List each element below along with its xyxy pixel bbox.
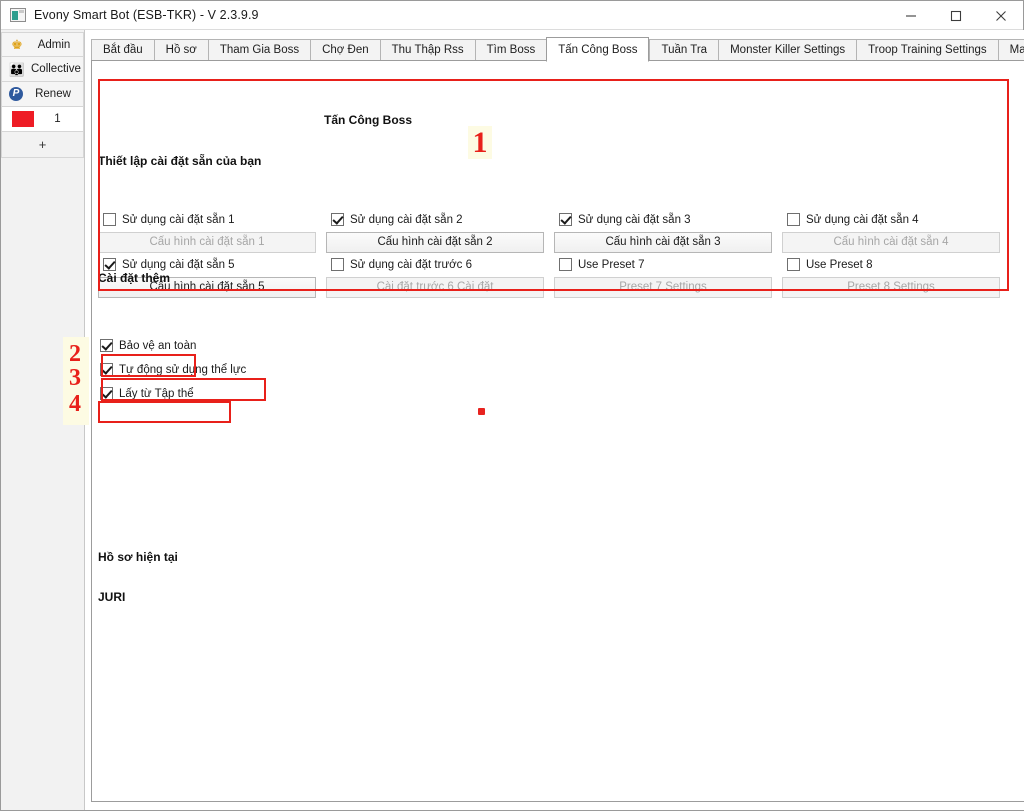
preset-1-checkbox-row[interactable]: Sử dụng cài đặt sẵn 1 — [98, 211, 324, 228]
sidebar-item-label: Renew — [35, 88, 71, 100]
preset-2-checkbox[interactable] — [331, 213, 344, 226]
tab-tuan-tra[interactable]: Tuần Tra — [649, 39, 719, 61]
preset-1-label: Sử dụng cài đặt sẵn 1 — [122, 213, 235, 226]
red-swatch-icon — [12, 111, 34, 127]
preset-7-checkbox-row[interactable]: Use Preset 7 — [554, 256, 780, 273]
option-safe-protection-checkbox[interactable] — [100, 339, 113, 352]
preset-2-label: Sử dụng cài đặt sẵn 2 — [350, 213, 463, 226]
preset-4-label: Sử dụng cài đặt sẵn 4 — [806, 213, 919, 226]
annotation-number-1: 1 — [468, 126, 492, 159]
preset-row-1: Sử dụng cài đặt sẵn 1 Cấu hình cài đặt s… — [98, 211, 1010, 253]
preset-8-label: Use Preset 8 — [806, 258, 873, 271]
preset-4-config-button[interactable]: Cấu hình cài đặt sẵn 4 — [782, 232, 1000, 253]
annotation-number-4: 4 — [65, 391, 85, 417]
preset-1-checkbox[interactable] — [103, 213, 116, 226]
sidebar-item-admin[interactable]: ♚ Admin — [1, 32, 84, 57]
application-window: Evony Smart Bot (ESB-TKR) - V 2.3.9.9 ♚ … — [0, 0, 1024, 811]
preset-grid: Sử dụng cài đặt sẵn 1 Cấu hình cài đặt s… — [98, 211, 1010, 301]
tab-region: Bắt đầu Hồ sơ Tham Gia Boss Chợ Đen Thu … — [85, 30, 1024, 810]
tab-thu-thap-rss[interactable]: Thu Thập Rss — [379, 39, 475, 61]
tab-tim-boss[interactable]: Tìm Boss — [474, 39, 547, 61]
sidebar-item-label: Admin — [37, 38, 71, 51]
preset-6-config-button[interactable]: Cài đặt trước 6 Cài đặt — [326, 277, 544, 298]
title-bar: Evony Smart Bot (ESB-TKR) - V 2.3.9.9 — [1, 1, 1023, 30]
paypal-icon: P — [9, 87, 23, 101]
tab-troop-training-settings[interactable]: Troop Training Settings — [856, 39, 998, 61]
option-safe-protection-label: Bảo vệ an toàn — [119, 339, 197, 352]
app-window-icon — [10, 8, 26, 22]
preset-cell-6: Sử dụng cài đặt trước 6 Cài đặt trước 6 … — [326, 256, 554, 298]
page-title: Tấn Công Boss — [324, 113, 413, 127]
preset-cell-8: Use Preset 8 Preset 8 Settings — [782, 256, 1010, 298]
preset-cell-3: Sử dụng cài đặt sẵn 3 Cấu hình cài đặt s… — [554, 211, 782, 253]
option-auto-stamina-label: Tự động sử dụng thể lực — [119, 363, 247, 376]
option-take-from-collective-checkbox[interactable] — [100, 387, 113, 400]
minimize-icon[interactable] — [888, 1, 933, 30]
preset-4-checkbox-row[interactable]: Sử dụng cài đặt sẵn 4 — [782, 211, 1008, 228]
preset-2-config-button[interactable]: Cấu hình cài đặt sẵn 2 — [326, 232, 544, 253]
current-profile-heading: Hồ sơ hiện tại — [98, 550, 178, 564]
sidebar-item-label: Collective — [31, 63, 81, 75]
preset-row-2: Sử dụng cài đặt sẵn 5 Cấu hình cài đặt s… — [98, 256, 1010, 298]
preset-2-checkbox-row[interactable]: Sử dụng cài đặt sẵn 2 — [326, 211, 552, 228]
add-account-button[interactable]: + — [1, 132, 84, 158]
presets-section-heading: Thiết lập cài đặt sẵn của bạn — [98, 154, 262, 168]
preset-cell-2: Sử dụng cài đặt sẵn 2 Cấu hình cài đặt s… — [326, 211, 554, 253]
tab-ho-so[interactable]: Hồ sơ — [153, 39, 208, 61]
preset-3-checkbox-row[interactable]: Sử dụng cài đặt sẵn 3 — [554, 211, 780, 228]
preset-7-label: Use Preset 7 — [578, 258, 645, 271]
tab-content: Tấn Công Boss Thiết lập cài đặt sẵn của … — [92, 61, 1024, 801]
preset-cell-1: Sử dụng cài đặt sẵn 1 Cấu hình cài đặt s… — [98, 211, 326, 253]
tab-tan-cong-boss[interactable]: Tấn Công Boss — [546, 37, 650, 62]
preset-6-checkbox-row[interactable]: Sử dụng cài đặt trước 6 — [326, 256, 552, 273]
annotation-number-3: 3 — [65, 365, 85, 391]
option-auto-stamina-checkbox[interactable] — [100, 363, 113, 376]
option-take-from-collective-label: Lấy từ Tập thể — [119, 387, 194, 400]
tab-page-tan-cong-boss: Tấn Công Boss Thiết lập cài đặt sẵn của … — [91, 60, 1024, 802]
preset-8-config-button[interactable]: Preset 8 Settings — [782, 277, 1000, 298]
preset-6-label: Sử dụng cài đặt trước 6 — [350, 258, 473, 271]
current-profile-value: JURI — [98, 590, 126, 604]
tab-monster-killer-settings[interactable]: Monster Killer Settings — [718, 39, 857, 61]
sidebar-item-collective[interactable]: 👪 Collective — [1, 57, 84, 82]
people-icon: 👪 — [8, 61, 26, 77]
sidebar-item-label: 1 — [54, 113, 61, 125]
annotation-number-2: 2 — [65, 341, 85, 367]
crown-icon: ♚ — [11, 37, 23, 52]
close-icon[interactable] — [978, 1, 1023, 30]
option-take-from-collective-row[interactable]: Lấy từ Tập thể — [100, 385, 194, 402]
preset-cell-4: Sử dụng cài đặt sẵn 4 Cấu hình cài đặt s… — [782, 211, 1010, 253]
option-auto-stamina-row[interactable]: Tự động sử dụng thể lực — [100, 361, 246, 378]
window-body: ♚ Admin 👪 Collective P Renew 1 + Bắt đầu… — [1, 30, 1024, 810]
tab-cho-den[interactable]: Chợ Đen — [310, 39, 380, 61]
window-controls — [888, 1, 1023, 30]
preset-1-config-button[interactable]: Cấu hình cài đặt sẵn 1 — [98, 232, 316, 253]
maximize-icon[interactable] — [933, 1, 978, 30]
preset-6-checkbox[interactable] — [331, 258, 344, 271]
preset-3-label: Sử dụng cài đặt sẵn 3 — [578, 213, 691, 226]
preset-8-checkbox[interactable] — [787, 258, 800, 271]
tab-bat-dau[interactable]: Bắt đầu — [91, 39, 154, 61]
tab-strip: Bắt đầu Hồ sơ Tham Gia Boss Chợ Đen Thu … — [91, 37, 1024, 62]
tab-tham-gia-boss[interactable]: Tham Gia Boss — [207, 39, 311, 61]
cursor-marker-dot — [478, 408, 485, 415]
preset-3-config-button[interactable]: Cấu hình cài đặt sẵn 3 — [554, 232, 772, 253]
sidebar-item-renew[interactable]: P Renew — [1, 82, 84, 107]
tab-mail-sender-settings[interactable]: Mail Sender Settings — [997, 39, 1024, 61]
option-safe-protection-row[interactable]: Bảo vệ an toàn — [100, 337, 196, 354]
sidebar-item-account-1[interactable]: 1 — [1, 107, 84, 132]
preset-4-checkbox[interactable] — [787, 213, 800, 226]
preset-7-checkbox[interactable] — [559, 258, 572, 271]
window-title: Evony Smart Bot (ESB-TKR) - V 2.3.9.9 — [34, 8, 259, 22]
preset-3-checkbox[interactable] — [559, 213, 572, 226]
preset-5-checkbox[interactable] — [103, 258, 116, 271]
extra-settings-heading: Cài đặt thêm — [98, 271, 171, 285]
preset-cell-7: Use Preset 7 Preset 7 Settings — [554, 256, 782, 298]
preset-5-label: Sử dụng cài đặt sẵn 5 — [122, 258, 235, 271]
preset-8-checkbox-row[interactable]: Use Preset 8 — [782, 256, 1008, 273]
preset-7-config-button[interactable]: Preset 7 Settings — [554, 277, 772, 298]
